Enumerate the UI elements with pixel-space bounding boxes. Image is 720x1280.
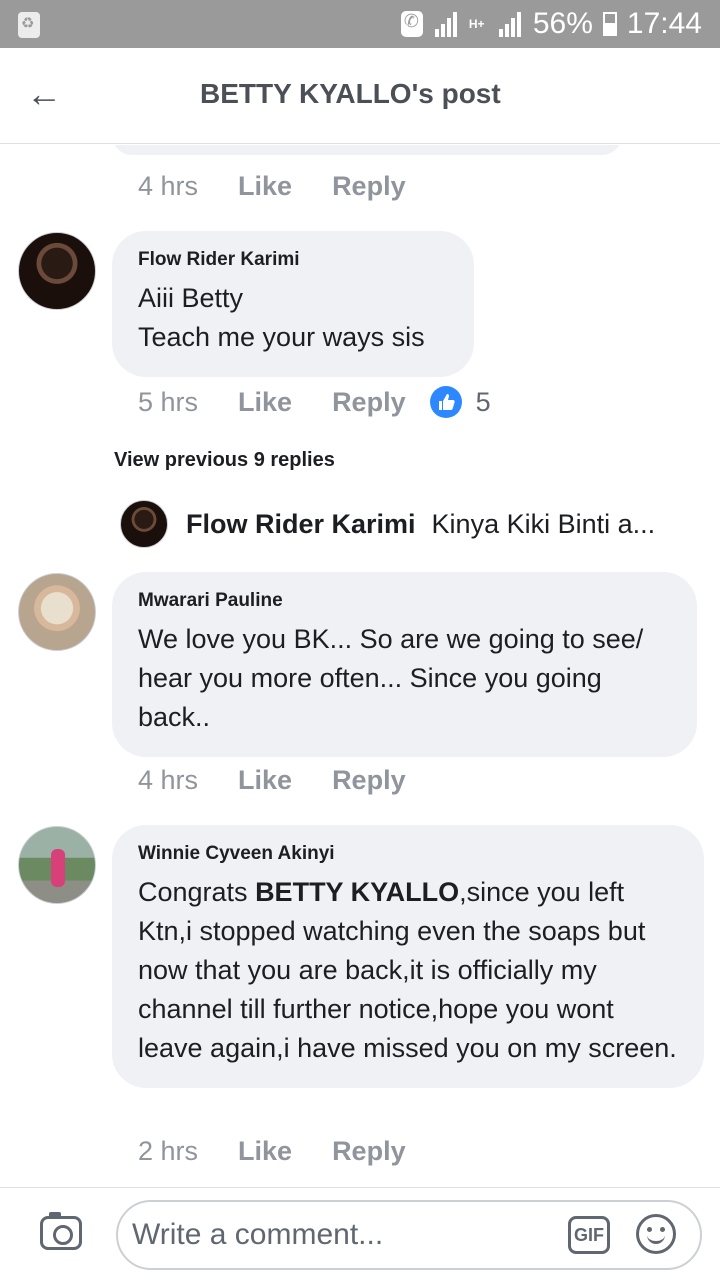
like-button[interactable]: Like: [238, 171, 292, 202]
comment-author[interactable]: Winnie Cyveen Akinyi: [138, 843, 678, 865]
mention-tag[interactable]: BETTY KYALLO: [255, 877, 459, 907]
comment-time: 5 hrs: [138, 386, 199, 417]
recycle-icon: [18, 12, 40, 38]
reply-button[interactable]: Reply: [332, 171, 406, 202]
comment-actions: 5 hrs Like Reply 5: [138, 386, 491, 418]
comment-text-line: Teach me your ways sis: [138, 322, 425, 352]
comment-time: 4 hrs: [138, 765, 199, 795]
reply-author[interactable]: Flow Rider Karimi: [186, 509, 416, 540]
status-bar: H+ 56% 17:44: [0, 0, 720, 48]
comment-text-line: Aiii Betty: [138, 283, 244, 313]
comment-author[interactable]: Mwarari Pauline: [138, 590, 671, 612]
comment-text: Congrats BETTY KYALLO,since you left Ktn…: [138, 873, 678, 1068]
comment-time: 4 hrs: [138, 171, 199, 201]
like-button[interactable]: Like: [238, 387, 292, 418]
comment-author[interactable]: Flow Rider Karimi: [138, 249, 448, 271]
like-reaction-icon[interactable]: [429, 386, 462, 418]
comment-actions: 4 hrs Like Reply: [138, 171, 446, 202]
battery-icon: [602, 12, 617, 36]
comment-bubble-partial: [112, 145, 622, 155]
post-header: ← BETTY KYALLO's post: [0, 48, 720, 144]
comment-text: We love you BK... So are we going to see…: [138, 624, 644, 732]
avatar[interactable]: [120, 500, 168, 548]
comment-input[interactable]: [132, 1202, 552, 1268]
comments-feed[interactable]: 4 hrs Like Reply Flow Rider Karimi Aiii …: [0, 145, 720, 1187]
avatar[interactable]: [18, 232, 96, 310]
gif-button[interactable]: GIF: [568, 1216, 610, 1254]
page-title: BETTY KYALLO's post: [200, 78, 501, 109]
reply-text: Kinya Kiki Binti a...: [431, 508, 656, 539]
comment-text-part: Congrats: [138, 877, 256, 907]
comment-text: Aiii Betty Teach me your ways sis: [138, 279, 448, 357]
comment-bubble[interactable]: Winnie Cyveen Akinyi Congrats BETTY KYAL…: [112, 825, 704, 1088]
signal-icon-2: [497, 11, 523, 37]
like-button[interactable]: Like: [238, 1136, 292, 1167]
clock: 17:44: [626, 7, 702, 40]
avatar[interactable]: [18, 826, 96, 904]
comment-time: 2 hrs: [138, 1136, 199, 1166]
latest-reply[interactable]: Flow Rider Karimi Kinya Kiki Binti a...: [120, 500, 655, 548]
signal-icon: [433, 11, 459, 37]
avatar[interactable]: [18, 573, 96, 651]
battery-percent: 56%: [532, 7, 593, 40]
reply-button[interactable]: Reply: [332, 1136, 406, 1167]
comment-input-box[interactable]: GIF: [116, 1200, 702, 1270]
reaction-count[interactable]: 5: [476, 387, 491, 418]
comment-actions: 2 hrs Like Reply: [138, 1136, 446, 1167]
reply-button[interactable]: Reply: [332, 765, 406, 796]
camera-icon[interactable]: [40, 1212, 82, 1250]
view-previous-replies-link[interactable]: View previous 9 replies: [114, 449, 335, 472]
comment-bubble[interactable]: Flow Rider Karimi Aiii Betty Teach me yo…: [112, 231, 474, 377]
network-type: H+: [468, 17, 485, 31]
reply-button[interactable]: Reply: [332, 387, 406, 418]
phone-icon: [400, 11, 423, 37]
comment-composer: GIF: [0, 1187, 720, 1280]
comment-bubble[interactable]: Mwarari Pauline We love you BK... So are…: [112, 572, 697, 757]
smiley-icon[interactable]: [636, 1214, 676, 1254]
comment-actions: 4 hrs Like Reply: [138, 765, 446, 796]
back-arrow-icon[interactable]: ←: [26, 74, 70, 114]
like-button[interactable]: Like: [238, 765, 292, 796]
status-icons: H+ 56% 17:44: [400, 6, 702, 42]
